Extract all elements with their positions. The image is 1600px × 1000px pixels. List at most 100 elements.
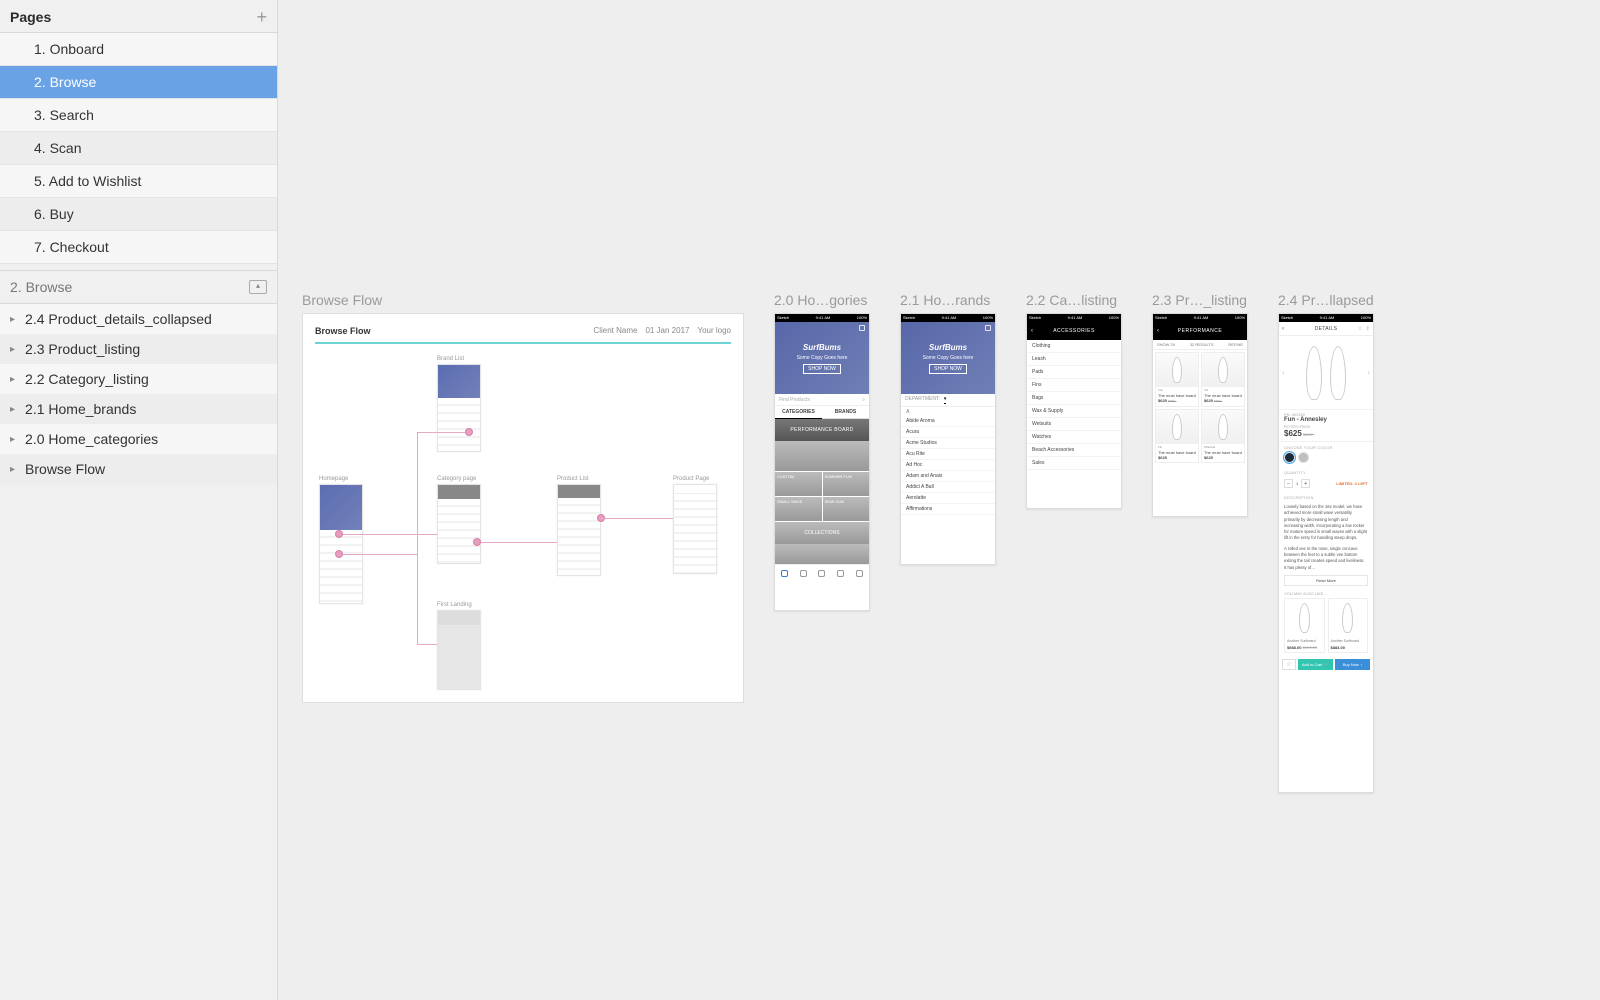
tab-home[interactable] bbox=[775, 565, 794, 582]
tab-brands[interactable]: BRANDS bbox=[822, 406, 869, 419]
page-item-wishlist[interactable]: 5. Add to Wishlist bbox=[0, 165, 277, 198]
cart-icon[interactable] bbox=[859, 325, 865, 331]
user-icon bbox=[856, 570, 863, 577]
brand-item[interactable]: Addict A Ball bbox=[901, 482, 995, 493]
list-item[interactable]: Watches bbox=[1027, 431, 1121, 444]
layer-item[interactable]: ▸2.3 Product_listing bbox=[0, 334, 277, 364]
layer-item[interactable]: ▸2.2 Category_listing bbox=[0, 364, 277, 394]
department-select[interactable]: ▾ bbox=[944, 396, 947, 404]
product-card[interactable]: FunThe must have board$625 $950+ bbox=[1155, 352, 1199, 407]
category-image bbox=[775, 441, 869, 471]
brand-item[interactable]: Affirmations bbox=[901, 504, 995, 515]
chevron-right-icon: ▸ bbox=[10, 434, 15, 445]
tab-wishlist[interactable] bbox=[831, 565, 850, 582]
qty-minus[interactable]: − bbox=[1284, 479, 1293, 488]
back-icon[interactable]: ‹ bbox=[1157, 328, 1160, 334]
star-icon[interactable]: ☆ bbox=[1358, 326, 1363, 332]
sidebar: Pages + 1. Onboard 2. Browse 3. Search 4… bbox=[0, 0, 278, 1000]
page-item-scan[interactable]: 4. Scan bbox=[0, 132, 277, 165]
buy-now-button[interactable]: Buy Now› bbox=[1335, 659, 1370, 670]
category-summerfun[interactable]: SUMMER FUN bbox=[823, 472, 870, 496]
list-item[interactable]: Wetsuits bbox=[1027, 418, 1121, 431]
show-dropdown[interactable]: SHOW 20 bbox=[1157, 342, 1175, 347]
product-card[interactable]: FinThe must have board$625 bbox=[1155, 409, 1199, 463]
shop-now-button[interactable]: SHOP NOW bbox=[803, 364, 841, 374]
category-smallwave[interactable]: SMALL WAVE bbox=[775, 497, 822, 521]
wishlist-button[interactable]: ☆ bbox=[1282, 659, 1296, 670]
thumb-productlist bbox=[557, 484, 601, 576]
hero: SurfBums Some Copy Goes here SHOP NOW bbox=[775, 322, 869, 394]
artboard-product-listing[interactable]: Sketch9:41 AM100% ‹PERFORMANCE SHOW 2032… bbox=[1152, 313, 1248, 517]
page-item-browse[interactable]: 2. Browse bbox=[0, 66, 277, 99]
thumb-category bbox=[437, 484, 481, 564]
refine-button[interactable]: REFINE bbox=[1228, 342, 1243, 347]
layer-item[interactable]: ▸2.4 Product_details_collapsed bbox=[0, 304, 277, 334]
list-item[interactable]: Bags bbox=[1027, 392, 1121, 405]
list-item[interactable]: Pads bbox=[1027, 366, 1121, 379]
tab-search[interactable] bbox=[794, 565, 813, 582]
artboard-category-listing[interactable]: Sketch9:41 AM100% ‹ACCESSORIES Clothing … bbox=[1026, 313, 1122, 509]
brand-item[interactable]: Acme Studios bbox=[901, 438, 995, 449]
category-band[interactable]: PERFORMANCE BOARD bbox=[775, 419, 869, 441]
chevron-right-icon: ▸ bbox=[10, 464, 15, 475]
layer-item[interactable]: ▸2.1 Home_brands bbox=[0, 394, 277, 424]
color-swatch[interactable] bbox=[1298, 452, 1309, 463]
search-icon[interactable]: ⌕ bbox=[862, 397, 865, 403]
page-item-onboard[interactable]: 1. Onboard bbox=[0, 33, 277, 66]
back-icon[interactable]: ‹ bbox=[1282, 326, 1284, 332]
list-item[interactable]: Wax & Supply bbox=[1027, 405, 1121, 418]
artboard-product-details[interactable]: Sketch9:41 AM100% ‹DETAILS☆⇧ PN: #00152 … bbox=[1278, 313, 1374, 793]
page-item-checkout[interactable]: 7. Checkout bbox=[0, 231, 277, 264]
layer-item[interactable]: ▸Browse Flow bbox=[0, 454, 277, 484]
search-input[interactable]: Find Products bbox=[779, 397, 810, 403]
image-gallery[interactable] bbox=[1279, 336, 1373, 410]
brand-item[interactable]: Acura bbox=[901, 427, 995, 438]
artboard-label: 2.4 Pr…llapsed bbox=[1278, 292, 1374, 308]
qty-plus[interactable]: + bbox=[1301, 479, 1310, 488]
product-card[interactable]: PhasmaThe must have board$625 bbox=[1201, 409, 1245, 463]
page-item-buy[interactable]: 6. Buy bbox=[0, 198, 277, 231]
tab-bar bbox=[775, 564, 869, 582]
list-item[interactable]: Sales bbox=[1027, 457, 1121, 470]
list-item[interactable]: Beach Accessories bbox=[1027, 444, 1121, 457]
add-page-icon[interactable]: + bbox=[256, 8, 267, 26]
brand-item[interactable]: Aerolatte bbox=[901, 493, 995, 504]
related-product[interactable]: Another Surfboard$988.00 $999.00 bbox=[1284, 598, 1325, 653]
cart-icon[interactable] bbox=[985, 325, 991, 331]
tab-account[interactable] bbox=[850, 565, 869, 582]
collapse-icon[interactable] bbox=[249, 280, 267, 294]
related-product[interactable]: Another Surfboard$883.00 bbox=[1328, 598, 1369, 653]
brand-item[interactable]: Ad Hoc bbox=[901, 460, 995, 471]
status-bar: Sketch9:41 AM100% bbox=[775, 314, 869, 322]
artboard-label: 2.2 Ca…listing bbox=[1026, 292, 1122, 308]
add-to-cart-button[interactable]: Add to Cart🛒 bbox=[1298, 659, 1333, 670]
tab-categories[interactable]: CATEGORIES bbox=[775, 406, 822, 419]
artboard-browse-flow[interactable]: Browse Flow Browse Flow Client Name 01 J… bbox=[302, 292, 744, 703]
category-semigun[interactable]: SEMI GUN bbox=[823, 497, 870, 521]
tab-scan[interactable] bbox=[813, 565, 832, 582]
artboard-home-brands[interactable]: Sketch9:41 AM100% SurfBums Some Copy Goe… bbox=[900, 313, 996, 565]
list-item[interactable]: Fins bbox=[1027, 379, 1121, 392]
canvas[interactable]: Browse Flow Browse Flow Client Name 01 J… bbox=[278, 0, 1600, 1000]
home-icon bbox=[781, 570, 788, 577]
read-more-button[interactable]: Read More bbox=[1284, 575, 1368, 586]
category-custom[interactable]: CUSTOM bbox=[775, 472, 822, 496]
cart-icon: 🛒 bbox=[1324, 662, 1329, 667]
list-item[interactable]: Leash bbox=[1027, 353, 1121, 366]
share-icon[interactable]: ⇧ bbox=[1366, 326, 1371, 332]
brand-item[interactable]: Adam and Anais bbox=[901, 471, 995, 482]
layer-item[interactable]: ▸2.0 Home_categories bbox=[0, 424, 277, 454]
brand-item[interactable]: Acu Rite bbox=[901, 449, 995, 460]
artboard-label: Browse Flow bbox=[302, 292, 744, 308]
product-card[interactable]: 3.6The must have board$625 $950+ bbox=[1201, 352, 1245, 407]
collections-band[interactable]: COLLECTIONS bbox=[775, 522, 869, 544]
artboard-label: 2.3 Pr…_listing bbox=[1152, 292, 1248, 308]
list-item[interactable]: Clothing bbox=[1027, 340, 1121, 353]
flow-card: Browse Flow Client Name 01 Jan 2017 Your… bbox=[302, 313, 744, 703]
color-swatch[interactable] bbox=[1284, 452, 1295, 463]
page-item-search[interactable]: 3. Search bbox=[0, 99, 277, 132]
brand-item[interactable]: Abide Aroma bbox=[901, 416, 995, 427]
shop-now-button[interactable]: SHOP NOW bbox=[929, 364, 967, 374]
back-icon[interactable]: ‹ bbox=[1031, 328, 1034, 334]
artboard-home-categories[interactable]: Sketch9:41 AM100% SurfBums Some Copy Goe… bbox=[774, 313, 870, 611]
